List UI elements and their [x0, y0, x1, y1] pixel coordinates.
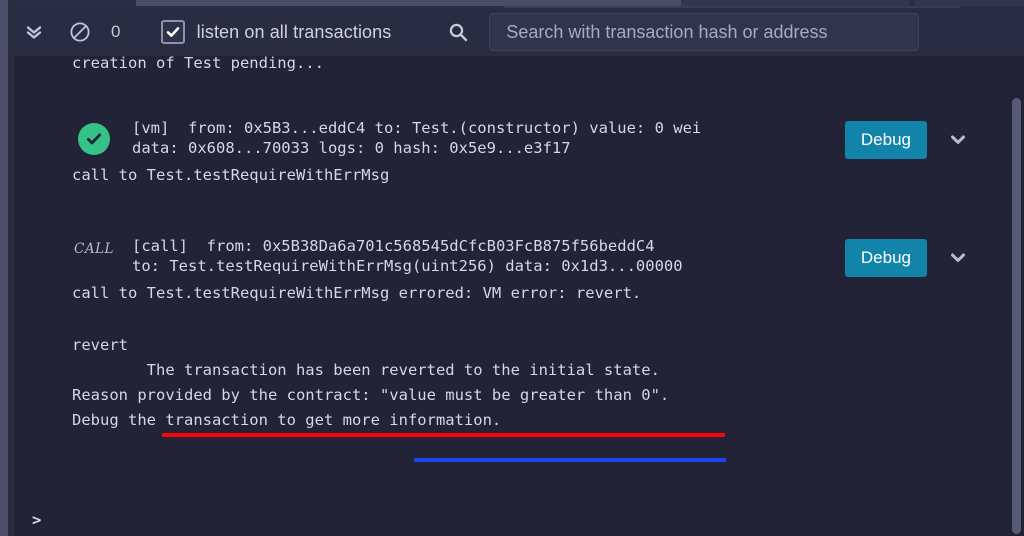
transaction-summary: call to Test.testRequireWithErrMsg error…	[72, 284, 642, 302]
transaction-detail: [vm] from: 0x5B3...eddC4 to: Test.(const…	[132, 118, 701, 159]
transaction-detail-line2: data: 0x608...70033 logs: 0 hash: 0x5e9.…	[132, 139, 571, 158]
debug-button[interactable]: Debug	[844, 239, 927, 277]
listen-on-all-transactions-toggle[interactable]: listen on all transactions	[160, 20, 392, 44]
terminal-prompt[interactable]: >	[32, 511, 41, 529]
revert-line-1: The transaction has been reverted to the…	[72, 361, 660, 379]
chevron-down-icon[interactable]	[944, 244, 972, 272]
revert-line-3: Debug the transaction to get more inform…	[72, 411, 502, 429]
terminal-log[interactable]: creation of Test pending... [vm] from: 0…	[14, 56, 1024, 536]
terminal-toolbar: 0 listen on all transactions	[14, 8, 1024, 56]
pending-transaction-count: 0	[111, 22, 121, 41]
revert-line-2: Reason provided by the contract: "value …	[72, 386, 670, 404]
transaction-detail-line2: to: Test.testRequireWithErrMsg(uint256) …	[132, 257, 683, 276]
transaction-entry[interactable]: CALL [call] from: 0x5B38Da6a701c568545dC…	[14, 232, 1024, 318]
transaction-detail-line1: [vm] from: 0x5B3...eddC4 to: Test.(const…	[132, 119, 702, 137]
search-icon[interactable]	[441, 15, 475, 49]
call-badge: CALL	[73, 241, 114, 257]
listen-checkbox[interactable]	[160, 20, 185, 44]
chevron-down-icon[interactable]	[944, 126, 972, 154]
transaction-detail: [call] from: 0x5B38Da6a701c568545dCfcB03…	[132, 236, 683, 277]
check-circle-icon	[78, 123, 110, 155]
revert-heading: revert	[72, 336, 128, 354]
transaction-status: CALL	[72, 241, 116, 257]
remix-terminal-panel: 0 listen on all transactions creation of…	[0, 0, 1024, 536]
vertical-scrollbar-thumb[interactable]	[1012, 98, 1021, 534]
transaction-detail-line1: [call] from: 0x5B38Da6a701c568545dCfcB03…	[132, 237, 655, 255]
listen-checkbox-label: listen on all transactions	[196, 21, 392, 42]
double-chevron-down-icon[interactable]	[17, 15, 51, 49]
transaction-summary: call to Test.testRequireWithErrMsg	[72, 166, 390, 184]
search-input[interactable]	[504, 20, 905, 44]
ban-icon[interactable]	[63, 15, 97, 49]
log-line-pending: creation of Test pending...	[72, 56, 324, 72]
blue-underline-annotation	[414, 458, 726, 462]
vertical-scrollbar-track[interactable]	[1008, 56, 1024, 536]
red-underline-annotation	[162, 433, 725, 437]
transaction-status	[72, 123, 116, 155]
debug-button[interactable]: Debug	[844, 121, 927, 159]
panel-top-strip	[0, 0, 1024, 8]
search-box[interactable]	[489, 13, 920, 51]
panel-resize-handle[interactable]	[0, 0, 8, 536]
transaction-entry[interactable]: [vm] from: 0x5B3...eddC4 to: Test.(const…	[14, 114, 1024, 200]
